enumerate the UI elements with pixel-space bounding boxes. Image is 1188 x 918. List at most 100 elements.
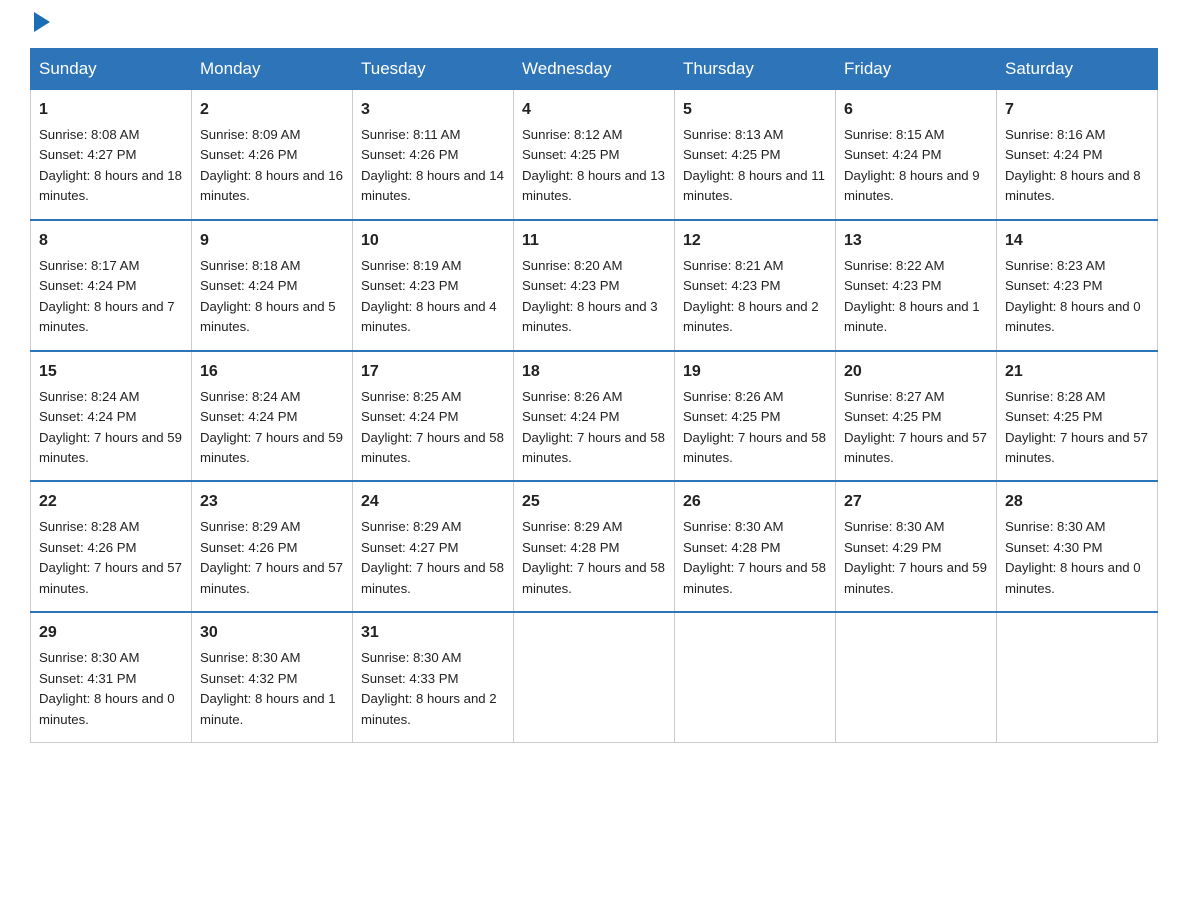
day-number: 19 [683,360,827,384]
cell-sun-info: Sunrise: 8:19 AMSunset: 4:23 PMDaylight:… [361,256,505,338]
day-number: 2 [200,98,344,122]
calendar-cell: 1 Sunrise: 8:08 AMSunset: 4:27 PMDaylight… [31,90,192,220]
cell-sun-info: Sunrise: 8:30 AMSunset: 4:28 PMDaylight:… [683,517,827,599]
cell-sun-info: Sunrise: 8:22 AMSunset: 4:23 PMDaylight:… [844,256,988,338]
day-number: 3 [361,98,505,122]
calendar-cell: 2 Sunrise: 8:09 AMSunset: 4:26 PMDaylight… [192,90,353,220]
cell-sun-info: Sunrise: 8:26 AMSunset: 4:24 PMDaylight:… [522,387,666,469]
header-sunday: Sunday [31,49,192,90]
cell-sun-info: Sunrise: 8:09 AMSunset: 4:26 PMDaylight:… [200,125,344,207]
day-number: 7 [1005,98,1149,122]
calendar-cell: 13Sunrise: 8:22 AMSunset: 4:23 PMDayligh… [836,220,997,351]
calendar-cell: 26 Sunrise: 8:30 AMSunset: 4:28 PMDayligh… [675,481,836,612]
cell-sun-info: Sunrise: 8:29 AMSunset: 4:27 PMDaylight:… [361,517,505,599]
calendar-cell: 28 Sunrise: 8:30 AMSunset: 4:30 PMDayligh… [997,481,1158,612]
calendar-cell: 29 Sunrise: 8:30 AMSunset: 4:31 PMDayligh… [31,612,192,742]
day-number: 17 [361,360,505,384]
cell-sun-info: Sunrise: 8:12 AMSunset: 4:25 PMDaylight:… [522,125,666,207]
day-number: 20 [844,360,988,384]
cell-sun-info: Sunrise: 8:26 AMSunset: 4:25 PMDaylight:… [683,387,827,469]
calendar-cell: 31 Sunrise: 8:30 AMSunset: 4:33 PMDayligh… [353,612,514,742]
calendar-cell: 9 Sunrise: 8:18 AMSunset: 4:24 PMDaylight… [192,220,353,351]
calendar-header-row: SundayMondayTuesdayWednesdayThursdayFrid… [31,49,1158,90]
header-thursday: Thursday [675,49,836,90]
calendar-cell: 23 Sunrise: 8:29 AMSunset: 4:26 PMDayligh… [192,481,353,612]
calendar-week-row: 15 Sunrise: 8:24 AMSunset: 4:24 PMDayligh… [31,351,1158,482]
header-saturday: Saturday [997,49,1158,90]
calendar-cell: 18 Sunrise: 8:26 AMSunset: 4:24 PMDayligh… [514,351,675,482]
cell-sun-info: Sunrise: 8:15 AMSunset: 4:24 PMDaylight:… [844,125,988,207]
calendar-week-row: 1 Sunrise: 8:08 AMSunset: 4:27 PMDaylight… [31,90,1158,220]
day-number: 29 [39,621,183,645]
logo-arrow-icon [34,12,50,32]
cell-sun-info: Sunrise: 8:24 AMSunset: 4:24 PMDaylight:… [39,387,183,469]
cell-sun-info: Sunrise: 8:28 AMSunset: 4:25 PMDaylight:… [1005,387,1149,469]
calendar-cell [997,612,1158,742]
day-number: 23 [200,490,344,514]
cell-sun-info: Sunrise: 8:24 AMSunset: 4:24 PMDaylight:… [200,387,344,469]
logo [30,20,50,28]
logo-block [30,20,50,28]
header-friday: Friday [836,49,997,90]
cell-sun-info: Sunrise: 8:30 AMSunset: 4:33 PMDaylight:… [361,648,505,730]
cell-sun-info: Sunrise: 8:08 AMSunset: 4:27 PMDaylight:… [39,125,183,207]
calendar-cell: 21Sunrise: 8:28 AMSunset: 4:25 PMDayligh… [997,351,1158,482]
calendar-cell: 15 Sunrise: 8:24 AMSunset: 4:24 PMDayligh… [31,351,192,482]
day-number: 12 [683,229,827,253]
cell-sun-info: Sunrise: 8:29 AMSunset: 4:28 PMDaylight:… [522,517,666,599]
calendar-week-row: 29 Sunrise: 8:30 AMSunset: 4:31 PMDayligh… [31,612,1158,742]
calendar-cell: 11 Sunrise: 8:20 AMSunset: 4:23 PMDayligh… [514,220,675,351]
calendar-cell: 27 Sunrise: 8:30 AMSunset: 4:29 PMDayligh… [836,481,997,612]
calendar-cell: 17 Sunrise: 8:25 AMSunset: 4:24 PMDayligh… [353,351,514,482]
calendar-cell: 25Sunrise: 8:29 AMSunset: 4:28 PMDayligh… [514,481,675,612]
cell-sun-info: Sunrise: 8:23 AMSunset: 4:23 PMDaylight:… [1005,256,1149,338]
day-number: 9 [200,229,344,253]
calendar-cell: 19 Sunrise: 8:26 AMSunset: 4:25 PMDayligh… [675,351,836,482]
calendar-cell: 7Sunrise: 8:16 AMSunset: 4:24 PMDaylight… [997,90,1158,220]
cell-sun-info: Sunrise: 8:17 AMSunset: 4:24 PMDaylight:… [39,256,183,338]
day-number: 18 [522,360,666,384]
cell-sun-info: Sunrise: 8:20 AMSunset: 4:23 PMDaylight:… [522,256,666,338]
cell-sun-info: Sunrise: 8:11 AMSunset: 4:26 PMDaylight:… [361,125,505,207]
cell-sun-info: Sunrise: 8:13 AMSunset: 4:25 PMDaylight:… [683,125,827,207]
cell-sun-info: Sunrise: 8:30 AMSunset: 4:31 PMDaylight:… [39,648,183,730]
calendar-cell: 12Sunrise: 8:21 AMSunset: 4:23 PMDayligh… [675,220,836,351]
calendar-cell: 10 Sunrise: 8:19 AMSunset: 4:23 PMDayligh… [353,220,514,351]
calendar-cell [836,612,997,742]
calendar-cell [675,612,836,742]
day-number: 11 [522,229,666,253]
calendar-cell: 4Sunrise: 8:12 AMSunset: 4:25 PMDaylight… [514,90,675,220]
cell-sun-info: Sunrise: 8:30 AMSunset: 4:32 PMDaylight:… [200,648,344,730]
cell-sun-info: Sunrise: 8:27 AMSunset: 4:25 PMDaylight:… [844,387,988,469]
day-number: 27 [844,490,988,514]
day-number: 14 [1005,229,1149,253]
day-number: 26 [683,490,827,514]
day-number: 10 [361,229,505,253]
day-number: 8 [39,229,183,253]
calendar-cell: 8 Sunrise: 8:17 AMSunset: 4:24 PMDaylight… [31,220,192,351]
calendar-cell: 20 Sunrise: 8:27 AMSunset: 4:25 PMDayligh… [836,351,997,482]
cell-sun-info: Sunrise: 8:30 AMSunset: 4:29 PMDaylight:… [844,517,988,599]
header-wednesday: Wednesday [514,49,675,90]
day-number: 16 [200,360,344,384]
header-monday: Monday [192,49,353,90]
calendar-cell: 3 Sunrise: 8:11 AMSunset: 4:26 PMDaylight… [353,90,514,220]
cell-sun-info: Sunrise: 8:18 AMSunset: 4:24 PMDaylight:… [200,256,344,338]
day-number: 6 [844,98,988,122]
cell-sun-info: Sunrise: 8:29 AMSunset: 4:26 PMDaylight:… [200,517,344,599]
cell-sun-info: Sunrise: 8:30 AMSunset: 4:30 PMDaylight:… [1005,517,1149,599]
header-tuesday: Tuesday [353,49,514,90]
calendar-table: SundayMondayTuesdayWednesdayThursdayFrid… [30,48,1158,743]
calendar-cell: 14 Sunrise: 8:23 AMSunset: 4:23 PMDayligh… [997,220,1158,351]
day-number: 15 [39,360,183,384]
calendar-cell: 30 Sunrise: 8:30 AMSunset: 4:32 PMDayligh… [192,612,353,742]
calendar-cell: 24Sunrise: 8:29 AMSunset: 4:27 PMDayligh… [353,481,514,612]
day-number: 28 [1005,490,1149,514]
day-number: 31 [361,621,505,645]
calendar-week-row: 22Sunrise: 8:28 AMSunset: 4:26 PMDayligh… [31,481,1158,612]
day-number: 1 [39,98,183,122]
calendar-cell: 16 Sunrise: 8:24 AMSunset: 4:24 PMDayligh… [192,351,353,482]
day-number: 30 [200,621,344,645]
calendar-week-row: 8 Sunrise: 8:17 AMSunset: 4:24 PMDaylight… [31,220,1158,351]
cell-sun-info: Sunrise: 8:25 AMSunset: 4:24 PMDaylight:… [361,387,505,469]
